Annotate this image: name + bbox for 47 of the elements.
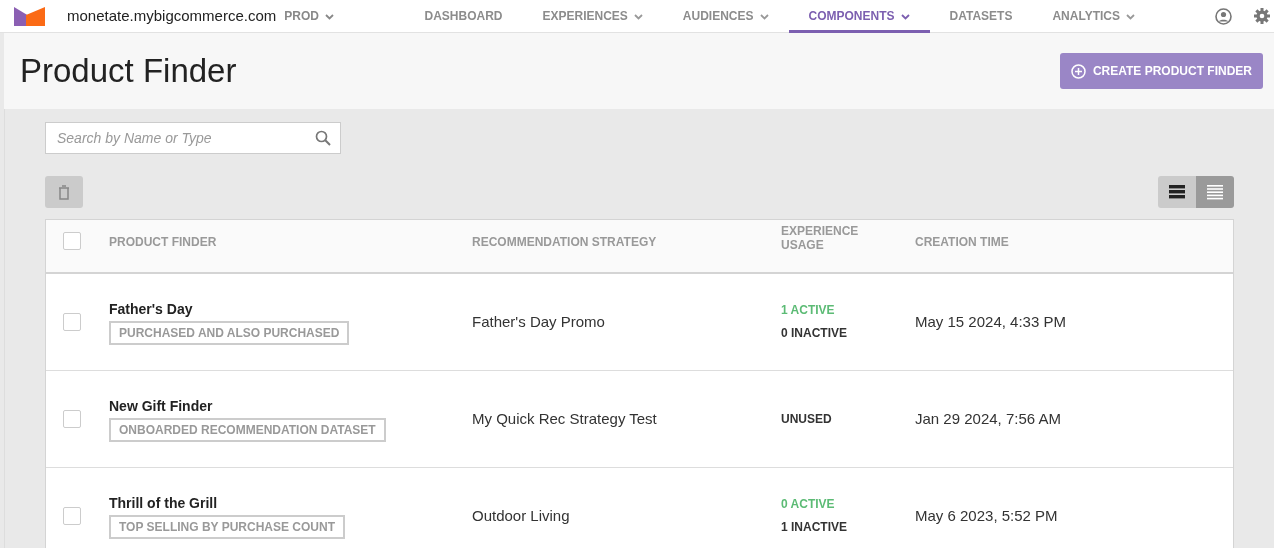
creation-time: May 6 2023, 5:52 PM xyxy=(915,505,1059,526)
finder-name[interactable]: Father's Day xyxy=(109,299,472,320)
search-field[interactable]: Search by Name or Type xyxy=(45,122,341,154)
logo-icon[interactable] xyxy=(14,6,45,26)
nav-tab[interactable]: DASHBOARD xyxy=(404,0,523,33)
row-checkbox[interactable] xyxy=(63,507,81,525)
column-header: PRODUCT FINDER xyxy=(109,235,217,249)
usage-count: 1 INACTIVE xyxy=(781,519,848,536)
type-tag: TOP SELLING BY PURCHASE COUNT xyxy=(109,515,346,539)
site-name: monetate.mybigcommerce.com xyxy=(67,5,277,26)
create-button[interactable]: CREATE PRODUCT FINDER xyxy=(1059,53,1263,89)
usage-count: 0 INACTIVE xyxy=(781,325,848,342)
row-checkbox[interactable] xyxy=(63,313,81,331)
finder-name[interactable]: Thrill of the Grill xyxy=(109,493,472,514)
strategy-name: Outdoor Living xyxy=(472,505,571,526)
settings-icon[interactable] xyxy=(1254,8,1270,24)
usage-count: 0 ACTIVE xyxy=(781,496,836,513)
comfortable-view-icon xyxy=(1169,184,1185,200)
plus-circle-icon xyxy=(1070,63,1086,79)
select-all-checkbox[interactable] xyxy=(63,231,81,250)
environment-dropdown[interactable]: PROD xyxy=(284,7,334,25)
nav-tab[interactable]: ANALYTICS xyxy=(1032,0,1155,33)
nav-tab[interactable]: DATASETS xyxy=(929,0,1033,33)
column-header: RECOMMENDATION STRATEGY xyxy=(472,235,657,249)
type-tag: ONBOARDED RECOMMENDATION DATASET xyxy=(109,418,386,442)
page-title: Product Finder xyxy=(20,51,237,91)
view-toggle[interactable] xyxy=(1158,176,1196,208)
delete-button[interactable] xyxy=(45,176,83,208)
strategy-name: My Quick Rec Strategy Test xyxy=(472,408,658,429)
view-toggle[interactable] xyxy=(1196,176,1234,208)
creation-time: Jan 29 2024, 7:56 AM xyxy=(915,408,1062,429)
usage-count: UNUSED xyxy=(781,410,833,428)
type-tag: PURCHASED AND ALSO PURCHASED xyxy=(109,321,350,345)
trash-icon xyxy=(58,184,70,200)
usage-count: 1 ACTIVE xyxy=(781,302,836,319)
user-icon[interactable] xyxy=(1215,7,1232,25)
finder-name[interactable]: New Gift Finder xyxy=(109,396,472,417)
creation-time: May 15 2024, 4:33 PM xyxy=(915,311,1067,332)
caret-icon xyxy=(324,13,334,20)
nav-tab[interactable]: AUDIENCES xyxy=(662,0,789,33)
compact-view-icon xyxy=(1207,184,1223,200)
search-icon xyxy=(315,130,331,146)
strategy-name: Father's Day Promo xyxy=(472,311,606,332)
column-header: EXPERIENCE USAGE xyxy=(781,225,860,252)
nav-tab[interactable]: EXPERIENCES xyxy=(522,0,663,33)
column-header: CREATION TIME xyxy=(915,235,1009,249)
row-checkbox[interactable] xyxy=(63,410,81,428)
